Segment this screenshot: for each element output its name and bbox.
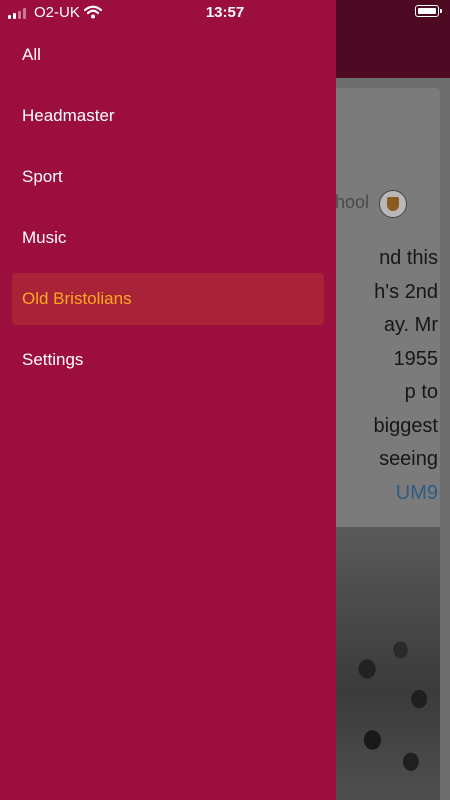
menu-item-old-bristolians[interactable]: Old Bristolians [12, 273, 324, 325]
drawer-menu: All Headmaster Sport Music Old Bristolia… [0, 29, 336, 395]
app-screen: hool nd this h's 2nd ay. Mr 1955 p to bi… [0, 0, 450, 800]
status-bar: O2-UK 13:57 [0, 0, 450, 26]
menu-item-label: Headmaster [22, 106, 115, 125]
battery-icon [415, 5, 442, 17]
post-source-name: hool [334, 192, 369, 212]
menu-item-sport[interactable]: Sport [12, 151, 324, 203]
menu-item-label: Settings [22, 350, 84, 369]
menu-item-all[interactable]: All [12, 29, 324, 81]
post-photo [336, 527, 440, 800]
menu-item-headmaster[interactable]: Headmaster [12, 90, 324, 142]
menu-item-music[interactable]: Music [12, 212, 324, 264]
menu-item-label: All [22, 45, 41, 64]
menu-item-label: Old Bristolians [22, 289, 132, 308]
status-time: 13:57 [205, 4, 245, 21]
school-crest-icon [379, 190, 407, 218]
menu-item-label: Sport [22, 167, 63, 186]
navigation-drawer: All Headmaster Sport Music Old Bristolia… [0, 0, 336, 800]
menu-item-settings[interactable]: Settings [12, 334, 324, 386]
menu-item-label: Music [22, 228, 67, 247]
